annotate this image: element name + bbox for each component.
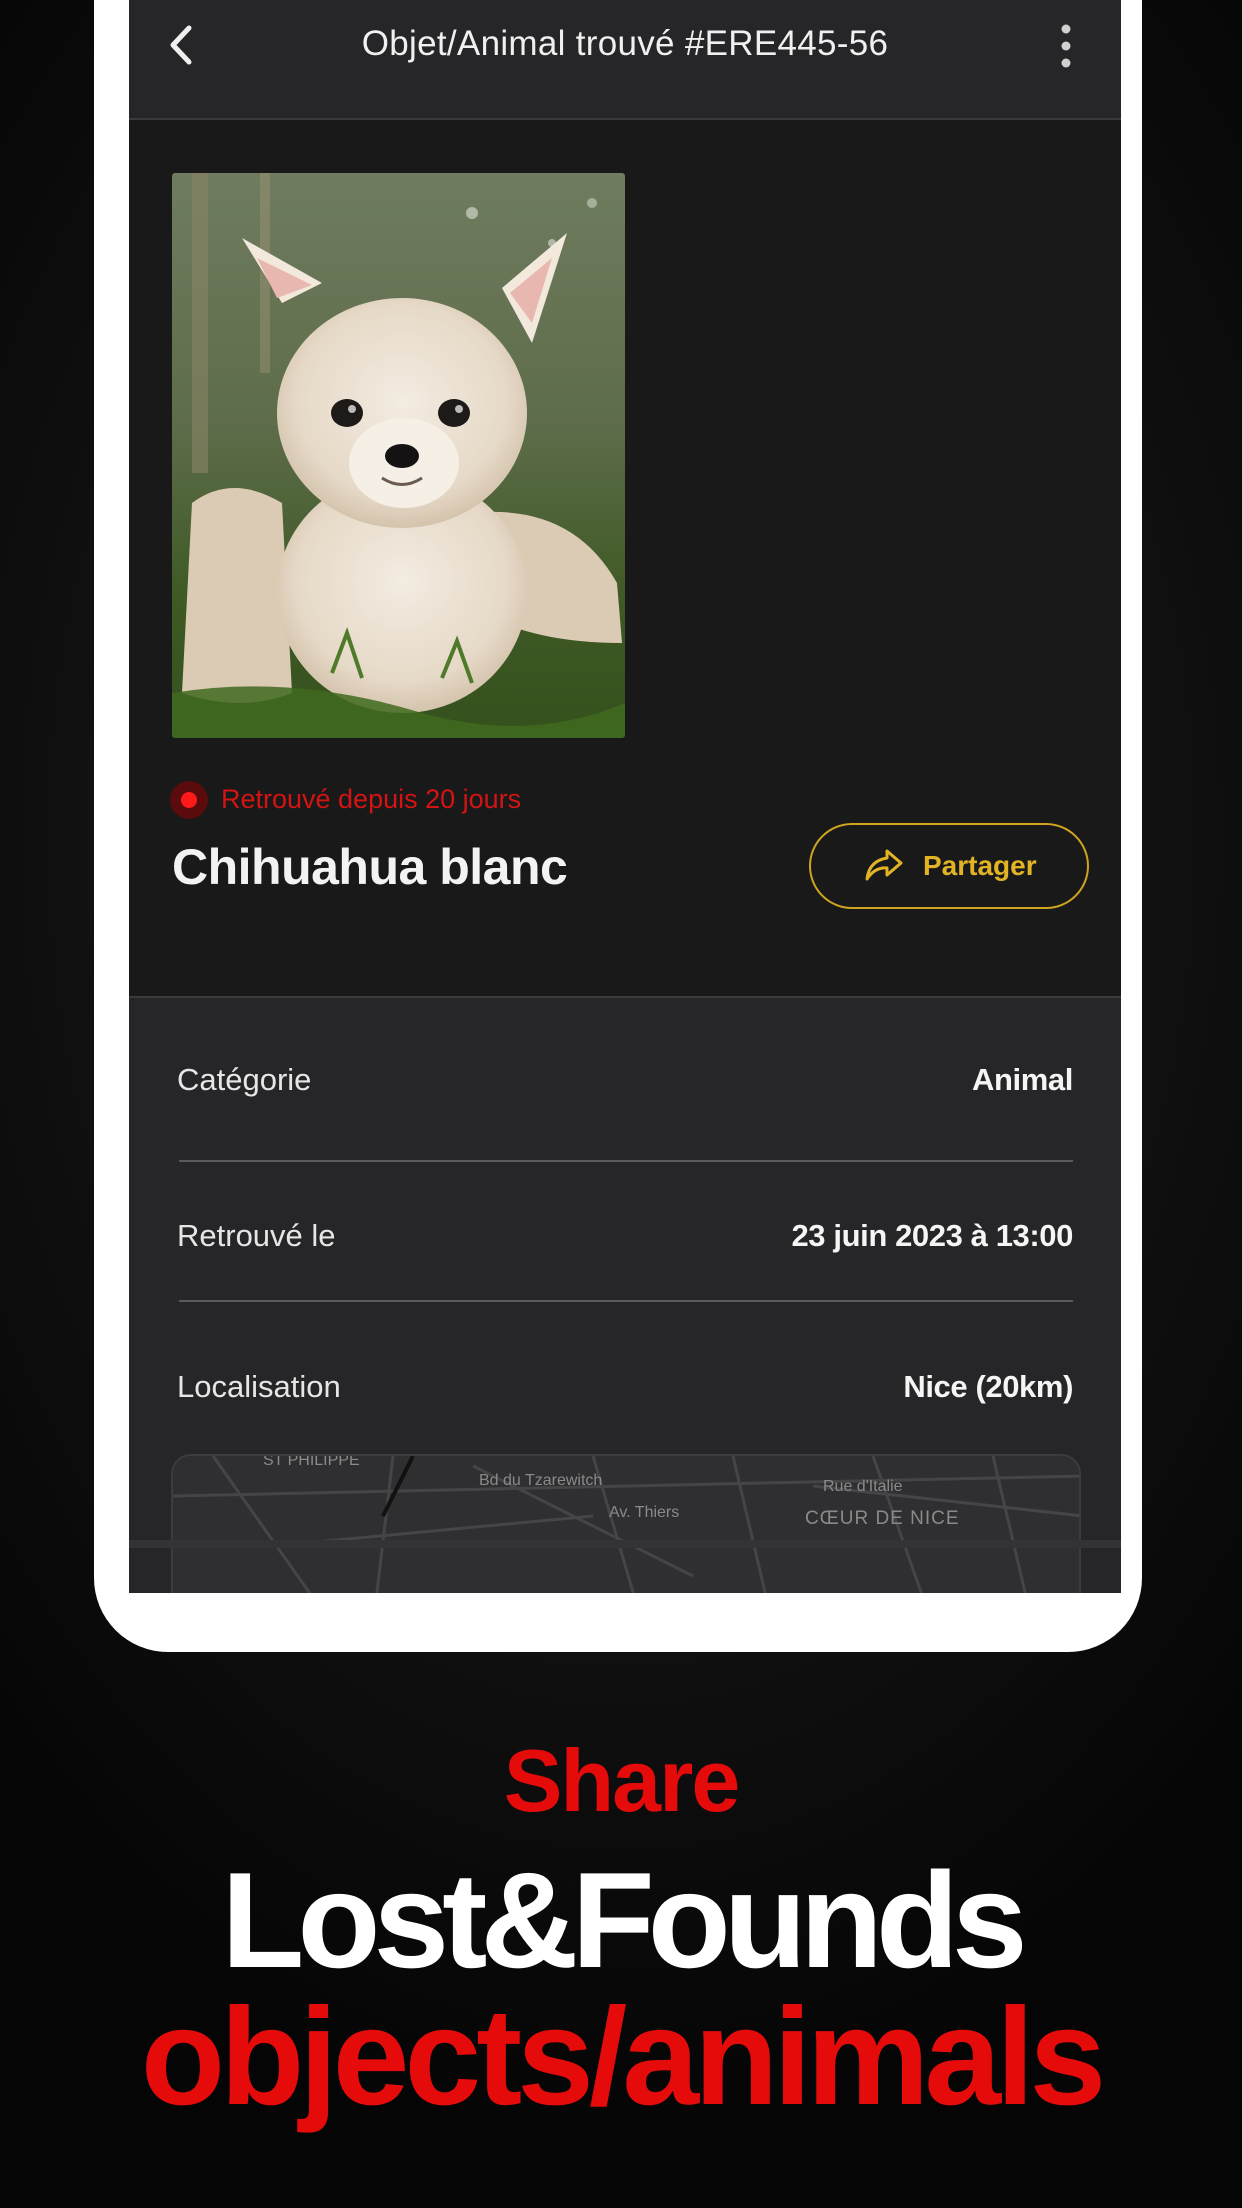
- detail-row-category: Catégorie Animal: [177, 1062, 1073, 1122]
- promo-headline-1: Share: [503, 1731, 741, 1830]
- share-arrow-icon: [865, 849, 903, 881]
- app-bar: Objet/Animal trouvé #ERE445-56: [129, 0, 1121, 120]
- detail-value: 23 juin 2023 à 13:00: [791, 1218, 1073, 1253]
- item-title: Chihuahua blanc: [172, 839, 568, 895]
- detail-row-location: Localisation Nice (20km): [177, 1369, 1073, 1429]
- more-options-button[interactable]: [1051, 22, 1081, 70]
- map-label: ST PHILIPPE: [263, 1454, 360, 1469]
- bottom-bar: [129, 1540, 1121, 1548]
- chevron-left-icon: [170, 25, 192, 65]
- share-button[interactable]: Partager: [809, 823, 1089, 909]
- promo-headline-2: Lost&Founds: [221, 1844, 1027, 1996]
- app-screen: Objet/Animal trouvé #ERE445-56 Retrouvé …: [129, 0, 1121, 1593]
- chihuahua-image: [172, 173, 625, 738]
- more-vertical-icon: [1061, 24, 1071, 68]
- map-label: Rue d'Italie: [823, 1478, 903, 1495]
- status-dot-icon: [170, 781, 208, 819]
- detail-label: Catégorie: [177, 1062, 312, 1097]
- detail-row-found-date: Retrouvé le 23 juin 2023 à 13:00: [177, 1218, 1073, 1278]
- promo-headline-3: objects/animals: [140, 1980, 1106, 2134]
- status-text: Retrouvé depuis 20 jours: [221, 784, 522, 814]
- page-title: Objet/Animal trouvé #ERE445-56: [361, 24, 889, 63]
- map-label: Av. Thiers: [609, 1504, 680, 1521]
- detail-label: Localisation: [177, 1369, 341, 1404]
- map-label: CŒUR DE NICE: [805, 1508, 960, 1529]
- share-button-label: Partager: [923, 850, 1037, 881]
- item-photo[interactable]: [172, 173, 625, 738]
- divider: [179, 1160, 1073, 1162]
- detail-label: Retrouvé le: [177, 1218, 336, 1253]
- location-map[interactable]: ST PHILIPPE Bd du Tzarewitch Av. Thiers …: [171, 1454, 1081, 1593]
- phone-frame: Objet/Animal trouvé #ERE445-56 Retrouvé …: [94, 0, 1142, 1652]
- detail-value: Animal: [972, 1062, 1073, 1097]
- divider: [179, 1300, 1073, 1302]
- map-label: Bd du Tzarewitch: [479, 1472, 603, 1489]
- back-button[interactable]: [157, 20, 207, 70]
- detail-value: Nice (20km): [903, 1369, 1073, 1404]
